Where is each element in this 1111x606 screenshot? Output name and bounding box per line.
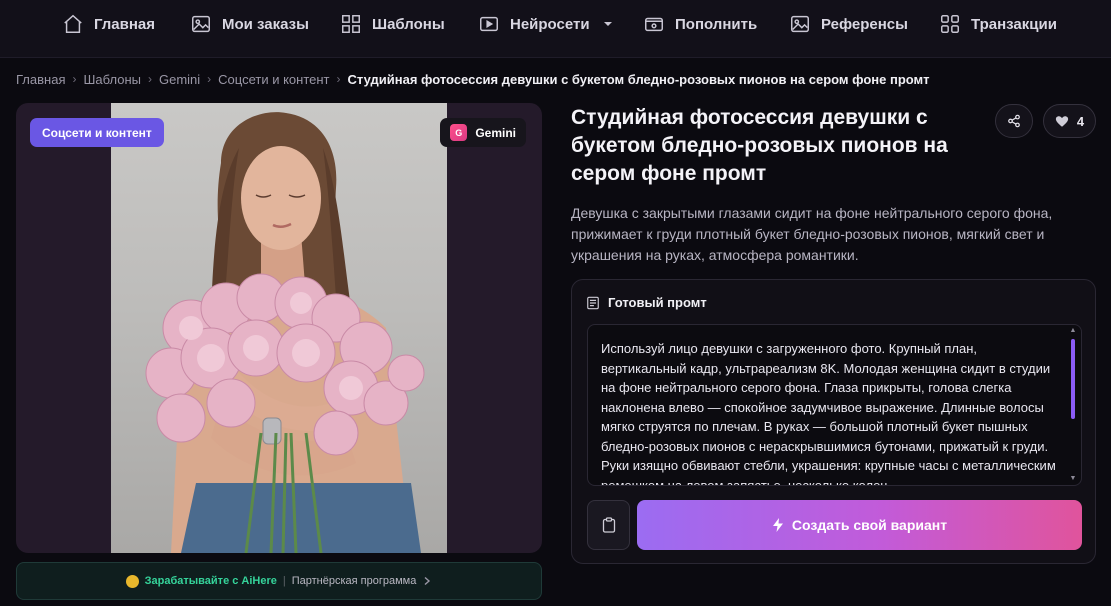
- affiliate-earn-label: Зарабатывайте с AiHere: [144, 575, 277, 587]
- breadcrumb: Главная › Шаблоны › Gemini › Соцсети и к…: [16, 70, 930, 88]
- preview-photo: [111, 103, 447, 553]
- nav-label: Нейросети: [510, 15, 590, 33]
- model-tag-label: Gemini: [475, 125, 516, 140]
- image-icon: [192, 15, 210, 33]
- top-navigation: Главная Мои заказы Шаблоны Нейросети Поп…: [0, 0, 1111, 58]
- nav-item-networks[interactable]: Нейросети: [478, 0, 614, 48]
- scroll-down-arrow[interactable]: ▼: [1069, 475, 1077, 483]
- photo-illustration: [145, 112, 425, 553]
- nav-label: Транзакции: [971, 15, 1057, 33]
- nav-label: Мои заказы: [222, 15, 309, 33]
- copy-button[interactable]: [587, 500, 630, 550]
- breadcrumb-current: Студийная фотосессия девушки с букетом б…: [347, 71, 930, 87]
- money-bag-icon: [125, 574, 139, 588]
- nav-label: Главная: [94, 15, 156, 33]
- breadcrumb-separator: ›: [147, 72, 152, 86]
- nav-item-transactions[interactable]: Транзакции: [939, 0, 1057, 48]
- breadcrumb-link[interactable]: Соцсети и контент: [218, 72, 329, 87]
- lightning-icon: [772, 518, 783, 532]
- gemini-logo-icon: G: [450, 124, 468, 141]
- prompt-text: Используй лицо девушки с загруженного фо…: [601, 341, 1056, 486]
- home-icon: [64, 14, 82, 33]
- like-button[interactable]: 4: [1043, 104, 1096, 138]
- nav-item-home[interactable]: Главная: [62, 0, 155, 48]
- play-icon: [480, 16, 498, 32]
- wallet-icon: [645, 17, 663, 32]
- breadcrumb-separator: ›: [207, 72, 212, 86]
- scrollbar-thumb[interactable]: [1071, 339, 1075, 419]
- preview-image-card[interactable]: Соцсети и контент G Gemini: [16, 103, 542, 553]
- affiliate-program-label: Партнёрская программа: [291, 575, 417, 587]
- prompt-heading: Готовый промт: [608, 295, 707, 310]
- like-count: 4: [1076, 113, 1085, 129]
- page-title: Студийная фотосессия девушки с букетом б…: [571, 106, 948, 185]
- breadcrumb-link[interactable]: Главная: [16, 72, 65, 87]
- create-variant-label: Создать свой вариант: [791, 517, 948, 533]
- nav-item-references[interactable]: Референсы: [789, 0, 908, 48]
- nav-label: Референсы: [821, 15, 908, 33]
- chevron-right-icon: [424, 576, 431, 586]
- nav-item-topup[interactable]: Пополнить: [643, 0, 757, 48]
- breadcrumb-link[interactable]: Gemini: [159, 72, 200, 87]
- nav-label: Шаблоны: [372, 15, 445, 33]
- affiliate-banner[interactable]: Зарабатывайте с AiHere | Партнёрская про…: [16, 562, 542, 600]
- prompt-textarea[interactable]: Используй лицо девушки с загруженного фо…: [587, 324, 1082, 486]
- breadcrumb-separator: ›: [72, 72, 77, 86]
- template-description: Девушка с закрытыми глазами сидит на фон…: [571, 205, 1053, 263]
- scroll-up-arrow[interactable]: ▲: [1069, 327, 1077, 335]
- create-variant-button[interactable]: Создать свой вариант: [637, 500, 1082, 550]
- breadcrumb-link[interactable]: Шаблоны: [83, 72, 141, 87]
- prompt-card: Готовый промт Используй лицо девушки с з…: [571, 279, 1096, 564]
- photo-icon: [791, 15, 809, 33]
- category-tag[interactable]: Соцсети и контент: [30, 118, 164, 147]
- clipboard-icon: [602, 517, 615, 533]
- document-icon: [587, 296, 599, 309]
- share-button[interactable]: [995, 104, 1033, 138]
- affiliate-divider: |: [282, 575, 286, 587]
- nav-label: Пополнить: [675, 15, 758, 33]
- grid-icon: [342, 15, 360, 33]
- nav-item-templates[interactable]: Шаблоны: [340, 0, 445, 48]
- nav-item-orders[interactable]: Мои заказы: [190, 0, 309, 48]
- model-tag[interactable]: G Gemini: [440, 118, 526, 147]
- grid-icon: [941, 15, 959, 33]
- prompt-header: Готовый промт: [586, 295, 707, 310]
- heart-icon: [1055, 115, 1068, 127]
- share-icon: [1008, 114, 1020, 128]
- breadcrumb-separator: ›: [336, 72, 341, 86]
- chevron-down-icon: [603, 22, 612, 26]
